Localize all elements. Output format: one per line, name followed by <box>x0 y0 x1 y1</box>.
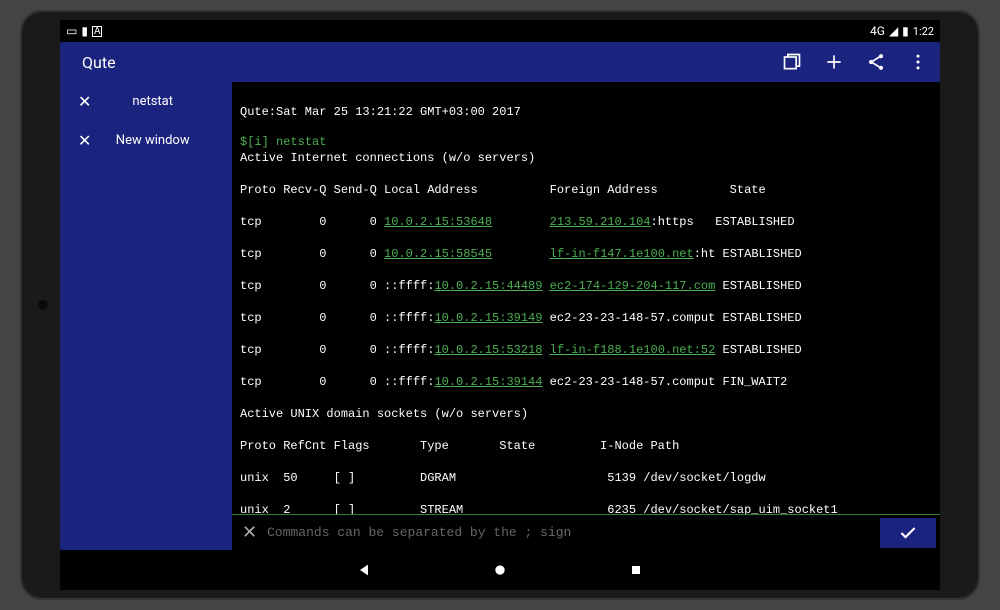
sd-card-icon: ▮ <box>81 25 88 37</box>
unix-header: Proto RefCnt Flags Type State I-Node Pat… <box>240 438 934 454</box>
close-icon[interactable]: ✕ <box>78 92 91 111</box>
foreign-address-link[interactable]: ec2-174-129-204-117.com <box>550 279 716 293</box>
unix-row: unix 50 [ ] DGRAM 5139 /dev/socket/logdw <box>240 470 934 486</box>
foreign-address-link[interactable]: lf-in-f147.1e100.net <box>550 247 694 261</box>
terminal-output[interactable]: Qute:Sat Mar 25 13:21:22 GMT+03:00 2017 $… <box>232 82 940 514</box>
prompt: $[i] <box>240 135 276 149</box>
signal-icon: ◢ <box>889 25 898 37</box>
add-icon[interactable] <box>824 52 844 72</box>
tabs-icon[interactable] <box>782 52 802 72</box>
local-address-link[interactable]: 10.0.2.15:44489 <box>434 279 542 293</box>
section-header: Active Internet connections (w/o servers… <box>240 150 934 166</box>
command-input-row: ✕ <box>232 514 940 550</box>
inet-row: tcp 0 0 ::ffff:10.0.2.15:44489 ec2-174-1… <box>240 278 934 294</box>
sidebar-tab-new-window[interactable]: ✕ New window <box>60 121 232 160</box>
inet-row: tcp 0 0 ::ffff:10.0.2.15:53218 lf-in-f18… <box>240 342 934 358</box>
more-icon[interactable] <box>908 52 928 72</box>
local-address-link[interactable]: 10.0.2.15:39149 <box>434 311 542 325</box>
section-header: Active UNIX domain sockets (w/o servers) <box>240 406 934 422</box>
sidebar-item-label: New window <box>111 133 194 148</box>
submit-button[interactable] <box>880 518 936 548</box>
command: netstat <box>276 135 326 149</box>
local-address-link[interactable]: 10.0.2.15:53218 <box>434 343 542 357</box>
command-input[interactable] <box>267 525 880 540</box>
network-icon: 4G <box>870 25 885 37</box>
keyboard-icon: A <box>92 26 103 37</box>
android-nav-bar <box>60 550 940 590</box>
screen: ▭ ▮ A 4G ◢ ▮ 1:22 Qute <box>60 20 940 590</box>
tablet-frame: ▭ ▮ A 4G ◢ ▮ 1:22 Qute <box>20 10 980 600</box>
inet-header: Proto Recv-Q Send-Q Local Address Foreig… <box>240 182 934 198</box>
inet-row: tcp 0 0 ::ffff:10.0.2.15:39144 ec2-23-23… <box>240 374 934 390</box>
back-button[interactable] <box>356 562 372 578</box>
camera-dot <box>38 300 48 310</box>
share-icon[interactable] <box>866 52 886 72</box>
clear-input-icon[interactable]: ✕ <box>232 522 267 543</box>
clock: 1:22 <box>913 25 934 38</box>
main-area: ✕ netstat ✕ New window Qute:Sat Mar 25 1… <box>60 82 940 550</box>
inet-row: tcp 0 0 ::ffff:10.0.2.15:39149 ec2-23-23… <box>240 310 934 326</box>
local-address-link[interactable]: 10.0.2.15:39144 <box>434 375 542 389</box>
sidebar-tab-netstat[interactable]: ✕ netstat <box>60 82 232 121</box>
terminal-pane: Qute:Sat Mar 25 13:21:22 GMT+03:00 2017 $… <box>232 82 940 550</box>
sidebar-item-label: netstat <box>111 94 194 109</box>
home-button[interactable] <box>492 562 508 578</box>
app-title: Qute <box>82 53 116 72</box>
foreign-address-link[interactable]: lf-in-f188.1e100.net:52 <box>550 343 716 357</box>
inet-row: tcp 0 0 10.0.2.15:53648 213.59.210.104:h… <box>240 214 934 230</box>
terminal-timestamp: Qute:Sat Mar 25 13:21:22 GMT+03:00 2017 <box>240 104 934 120</box>
window-icon: ▭ <box>66 25 77 37</box>
unix-row: unix 2 [ ] STREAM 6235 /dev/socket/sap_u… <box>240 502 934 514</box>
sidebar: ✕ netstat ✕ New window <box>60 82 232 550</box>
recent-apps-button[interactable] <box>628 562 644 578</box>
local-address-link[interactable]: 10.0.2.15:53648 <box>384 215 492 229</box>
battery-icon: ▮ <box>902 25 909 37</box>
close-icon[interactable]: ✕ <box>78 131 91 150</box>
foreign-address-link[interactable]: 213.59.210.104 <box>550 215 651 229</box>
local-address-link[interactable]: 10.0.2.15:58545 <box>384 247 492 261</box>
status-bar: ▭ ▮ A 4G ◢ ▮ 1:22 <box>60 20 940 42</box>
app-bar: Qute <box>60 42 940 82</box>
inet-row: tcp 0 0 10.0.2.15:58545 lf-in-f147.1e100… <box>240 246 934 262</box>
